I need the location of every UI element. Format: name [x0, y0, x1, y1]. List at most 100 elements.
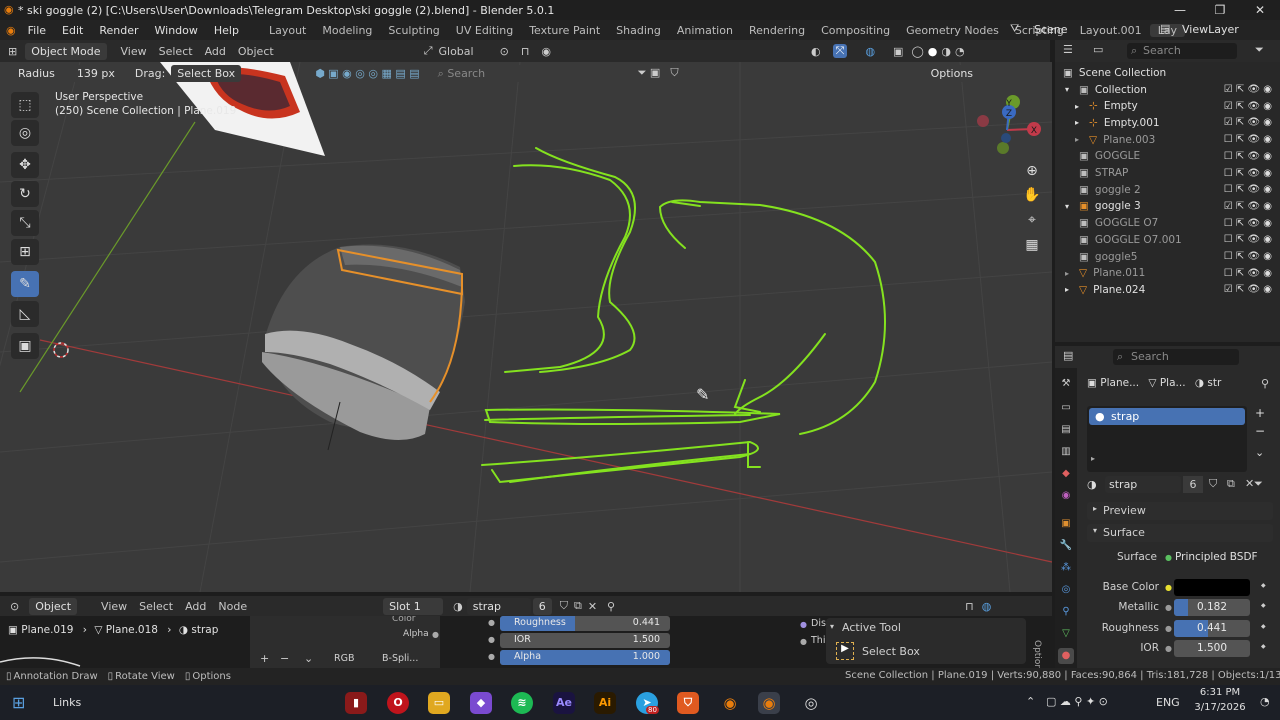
radius-field[interactable]: Radius 139 px	[8, 64, 125, 82]
expand-chevron-icon[interactable]: ▸	[1065, 285, 1075, 294]
measure-tool[interactable]: ◺	[11, 301, 39, 327]
overlay-icon[interactable]: ◍	[865, 45, 875, 58]
tool-search-input[interactable]: ⌕ Search	[431, 64, 628, 82]
viewport-canvas[interactable]: ✎ Y X Z	[0, 62, 1052, 592]
color-ramp-node[interactable]: Color Alpha ● + − ⌄ RGB B-Spli...	[250, 614, 440, 668]
node-socket-row[interactable]: ● Roughness 0.441	[488, 616, 676, 632]
cursor-tool[interactable]: ◎	[11, 120, 39, 146]
fake-user-icon[interactable]: ⛉	[1209, 477, 1217, 491]
material-name-field[interactable]: strap	[1105, 476, 1181, 493]
transform-tool[interactable]: ⊞	[11, 239, 39, 265]
node-socket-row[interactable]: ● Alpha 1.000	[488, 650, 676, 666]
visibility-toggles[interactable]: ☐ ⇱ 👁 ◉	[1224, 131, 1272, 148]
visibility-toggles[interactable]: ☑ ⇱ 👁 ◉	[1224, 198, 1272, 215]
options-button[interactable]: Options	[924, 64, 980, 82]
node-menu-node[interactable]: Node	[212, 600, 253, 613]
zoom-icon[interactable]: ⊕	[1020, 159, 1044, 183]
properties-type-icon[interactable]: ▤	[1063, 349, 1073, 362]
tab-compositing[interactable]: Compositing	[813, 24, 898, 37]
opera-icon[interactable]: O	[387, 692, 409, 714]
add-stop-icon[interactable]: +	[260, 652, 269, 665]
menu-render[interactable]: Render	[91, 24, 146, 37]
node-material-field[interactable]: strap	[466, 597, 531, 615]
remove-slot-icon[interactable]: −	[1255, 424, 1265, 438]
material-browse-icon[interactable]: ◑	[1087, 478, 1097, 491]
material-tab-icon[interactable]: ●	[1058, 648, 1074, 664]
outliner-search-input[interactable]: ⌕ Search	[1127, 43, 1237, 59]
camera-view-icon[interactable]: ⌖	[1020, 208, 1044, 232]
expand-chevron-icon[interactable]: ▸	[1075, 102, 1085, 111]
tab-geometry-nodes[interactable]: Geometry Nodes	[898, 24, 1007, 37]
file-explorer-icon[interactable]: ▭	[428, 692, 450, 714]
gizmo-toggle-icon[interactable]: ⤧	[832, 44, 848, 58]
outliner-row[interactable]: ▸ ▽ Plane.011 ☐ ⇱ 👁 ◉	[1055, 265, 1280, 282]
tray-chevron-icon[interactable]: ⌃	[1026, 695, 1035, 708]
metallic-slider[interactable]: 0.182	[1174, 599, 1250, 616]
menu-file[interactable]: File	[20, 24, 54, 37]
menu-window[interactable]: Window	[147, 24, 206, 37]
scene-selector[interactable]: Scene	[1034, 23, 1068, 36]
visibility-toggles[interactable]: ☐ ⇱ 👁 ◉	[1224, 165, 1272, 182]
node-socket-slider[interactable]: Roughness 0.441	[500, 616, 670, 631]
unlink-icon[interactable]: ✕	[588, 600, 597, 613]
visibility-toggles[interactable]: ☑ ⇱ 👁 ◉	[1224, 98, 1272, 115]
language-indicator[interactable]: ENG	[1156, 696, 1180, 709]
overlay-icon[interactable]: ◍	[982, 600, 992, 613]
visibility-toggles[interactable]: ☐ ⇱ 👁 ◉	[1224, 265, 1272, 282]
tab-animation[interactable]: Animation	[669, 24, 741, 37]
material-browse-icon[interactable]: ◑	[453, 600, 463, 613]
menu-edit[interactable]: Edit	[54, 24, 91, 37]
rotate-tool[interactable]: ↻	[11, 181, 39, 207]
outliner-row[interactable]: ▣ goggle5 ☐ ⇱ 👁 ◉	[1055, 248, 1280, 265]
outliner-type-icon[interactable]: ☰	[1063, 43, 1073, 56]
select-box-tool[interactable]: ⬚	[11, 92, 39, 118]
node-context-selector[interactable]: Object	[29, 597, 78, 615]
copilot-icon[interactable]: ◆	[470, 692, 492, 714]
pan-hand-icon[interactable]: ✋	[1020, 183, 1044, 207]
maximize-button[interactable]: ❐	[1200, 0, 1240, 20]
panel-chevron-icon[interactable]: ▾	[830, 622, 834, 631]
notification-icon[interactable]: ◔	[1260, 695, 1270, 708]
taskbar-time[interactable]: 6:31 PM	[1190, 687, 1250, 698]
outliner-row[interactable]: ▣ GOGGLE O7 ☐ ⇱ 👁 ◉	[1055, 215, 1280, 232]
after-effects-icon[interactable]: Ae	[553, 692, 575, 714]
solid-shading-icon[interactable]: ●	[928, 45, 938, 58]
outliner-row[interactable]: ▣ goggle 2 ☐ ⇱ 👁 ◉	[1055, 181, 1280, 198]
node-socket-slider[interactable]: Alpha 1.000	[500, 650, 670, 665]
filter-icon[interactable]: ⏷	[1255, 43, 1264, 57]
node-menu-add[interactable]: Add	[179, 600, 212, 613]
node-users-count[interactable]: 6	[532, 597, 552, 615]
tab-layout[interactable]: Layout	[261, 24, 314, 37]
tab-layout-001[interactable]: Layout.001	[1072, 24, 1150, 37]
windows-start-icon[interactable]: ⊞	[12, 693, 25, 712]
proportional-icon[interactable]: ◉	[541, 45, 551, 58]
scale-tool[interactable]: ⤡	[11, 210, 39, 236]
close-button[interactable]: ✕	[1240, 0, 1280, 20]
fake-user-icon[interactable]: ⛉	[560, 599, 568, 613]
data-tab-icon[interactable]: ▽	[1058, 626, 1074, 642]
snap-targets-icon[interactable]: ⬢ ▣ ◉ ◎ ◎ ▦ ▤ ▤	[315, 67, 419, 80]
roughness-slider[interactable]: 0.441	[1174, 620, 1250, 637]
physics-tab-icon[interactable]: ◎	[1058, 582, 1074, 598]
render-tab-icon[interactable]: ▭	[1058, 400, 1074, 416]
outliner-row[interactable]: ▸ ⊹ Empty.001 ☑ ⇱ 👁 ◉	[1055, 114, 1280, 131]
node-socket-slider[interactable]: IOR 1.500	[500, 633, 670, 648]
material-selector[interactable]: ◑ strap 6 ⛉ ⧉ ✕	[1087, 476, 1277, 494]
visibility-toggles[interactable]: ☑ ⇱ 👁 ◉	[1224, 81, 1272, 98]
rendered-shading-icon[interactable]: ◔	[955, 45, 965, 58]
add-cube-tool[interactable]: ▣	[11, 333, 39, 359]
duplicate-icon[interactable]: ⧉	[574, 599, 582, 613]
expand-icon[interactable]: ▸	[1091, 454, 1095, 463]
grid-view-icon[interactable]: ▦	[1020, 233, 1044, 257]
visibility-toggles[interactable]: ☐ ⇱ 👁 ◉	[1224, 181, 1272, 198]
snap-icon[interactable]: ⊓	[965, 600, 974, 613]
menu-add[interactable]: Add	[199, 45, 232, 58]
add-slot-icon[interactable]: +	[1255, 406, 1265, 420]
base-color-swatch[interactable]	[1174, 579, 1250, 596]
world-tab-icon[interactable]: ◉	[1058, 488, 1074, 504]
color-mode-selector[interactable]: RGB	[334, 653, 354, 664]
node-menu-select[interactable]: Select	[133, 600, 179, 613]
tab-modeling[interactable]: Modeling	[314, 24, 380, 37]
output-tab-icon[interactable]: ▤	[1058, 422, 1074, 438]
illustrator-icon[interactable]: Ai	[594, 692, 616, 714]
